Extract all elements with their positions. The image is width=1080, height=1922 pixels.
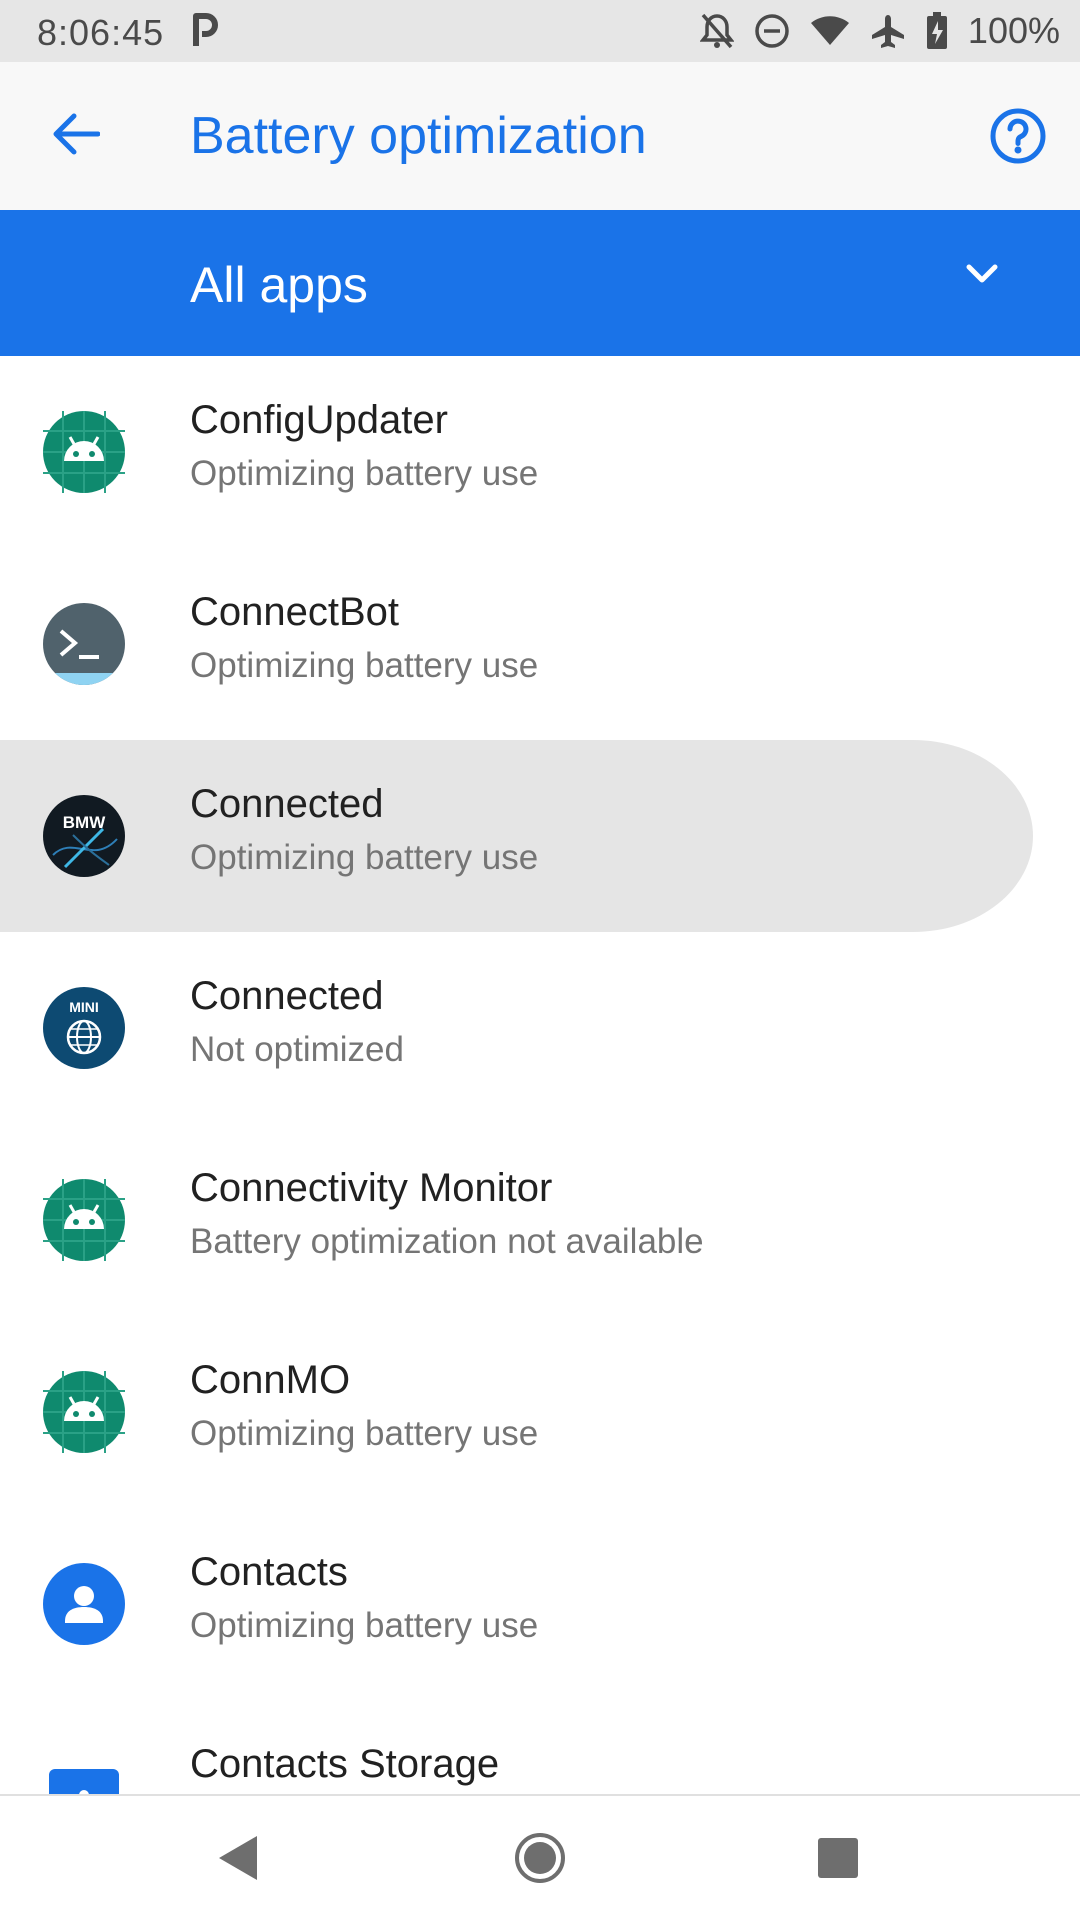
nav-recents-button[interactable] — [798, 1820, 878, 1900]
android-icon — [43, 1371, 125, 1453]
app-status: Optimizing battery use — [190, 1414, 539, 1453]
back-button[interactable] — [40, 106, 110, 166]
status-bar: 8:06:45 100% — [0, 0, 1080, 62]
app-name: Connected — [190, 974, 384, 1018]
do-not-disturb-icon — [754, 13, 790, 49]
list-item[interactable]: MINI Connected Not optimized — [0, 932, 1080, 1124]
app-name: ConnMO — [190, 1358, 351, 1402]
home-icon — [514, 1832, 566, 1889]
notifications-off-icon — [699, 12, 734, 50]
help-button[interactable] — [986, 104, 1050, 168]
battery-percentage: 100% — [967, 10, 1060, 51]
app-name: Connected — [190, 782, 384, 826]
android-icon — [43, 1179, 125, 1261]
nav-home-button[interactable] — [500, 1820, 580, 1900]
app-bar: Battery optimization — [0, 62, 1080, 210]
chevron-down-icon — [964, 262, 1000, 291]
list-item[interactable]: Connectivity Monitor Battery optimizatio… — [0, 1124, 1080, 1316]
app-list: ConfigUpdater Optimizing battery use Con… — [0, 356, 1080, 1794]
mini-icon: MINI — [43, 987, 125, 1069]
recents-icon — [817, 1837, 859, 1884]
svg-text:BMW: BMW — [63, 813, 106, 832]
list-item[interactable]: ConnMO Optimizing battery use — [0, 1316, 1080, 1508]
list-item[interactable]: BMW Connected Optimizing battery use — [0, 740, 1080, 932]
filter-label: All apps — [190, 257, 368, 313]
app-name: ConnectBot — [190, 590, 400, 634]
contacts-icon — [43, 1563, 125, 1645]
contacts-storage-icon — [43, 1755, 125, 1794]
app-status: Optimizing battery use — [190, 454, 539, 493]
status-time: 8:06:45 — [37, 12, 165, 53]
parking-icon — [192, 12, 218, 53]
airplane-mode-icon — [870, 13, 906, 49]
app-status: Optimizing battery use — [190, 1606, 539, 1645]
svg-text:MINI: MINI — [69, 999, 99, 1015]
navigation-bar — [0, 1794, 1080, 1922]
page-title: Battery optimization — [190, 107, 647, 165]
app-name: ConfigUpdater — [190, 398, 448, 442]
list-item[interactable]: ConnectBot Optimizing battery use — [0, 548, 1080, 740]
app-name: Connectivity Monitor — [190, 1166, 553, 1210]
list-item[interactable]: Contacts Storage — [0, 1700, 1080, 1794]
app-status: Optimizing battery use — [190, 646, 539, 685]
filter-dropdown[interactable]: All apps — [0, 210, 1080, 356]
status-icons: 100% — [699, 10, 1060, 52]
wifi-icon — [810, 15, 850, 47]
list-item[interactable]: Contacts Optimizing battery use — [0, 1508, 1080, 1700]
back-icon — [215, 1833, 261, 1888]
list-item[interactable]: ConfigUpdater Optimizing battery use — [0, 356, 1080, 548]
android-icon — [43, 411, 125, 493]
arrow-back-icon — [50, 112, 101, 161]
app-status: Not optimized — [190, 1030, 404, 1069]
app-name: Contacts Storage — [190, 1742, 500, 1786]
bmw-icon: BMW — [43, 795, 125, 877]
app-name: Contacts — [190, 1550, 348, 1594]
nav-back-button[interactable] — [198, 1820, 278, 1900]
app-status: Battery optimization not available — [190, 1222, 704, 1261]
terminal-icon — [43, 603, 125, 685]
app-status: Optimizing battery use — [190, 838, 539, 877]
battery-charging-icon — [926, 12, 948, 50]
help-icon — [986, 108, 1050, 172]
